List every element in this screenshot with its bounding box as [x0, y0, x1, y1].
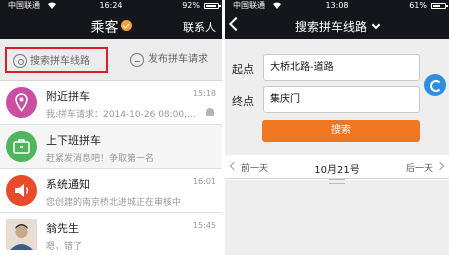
- page-title-text: 搜索拼车线路: [294, 20, 367, 34]
- status-bar: 中国联通 16:24 92%: [0, 0, 222, 12]
- contacts-button[interactable]: 联系人: [183, 19, 216, 35]
- action-toolbar: 搜索拼车线路 发布拼车请求: [0, 39, 222, 81]
- battery-icon: [204, 3, 221, 9]
- battery-percent: 61%: [409, 1, 427, 10]
- publish-icon: [130, 53, 144, 67]
- page-title-text: 乘客: [90, 20, 119, 36]
- list-item[interactable]: 附近拼车 我:拼车请求：2014-10-26 08:00,... 15:18: [0, 81, 222, 125]
- avatar: [6, 219, 37, 250]
- message-list: 附近拼车 我:拼车请求：2014-10-26 08:00,... 15:18 上…: [0, 81, 222, 255]
- briefcase-icon: [6, 131, 37, 162]
- to-label: 终点: [232, 95, 254, 108]
- from-label: 起点: [232, 63, 254, 76]
- list-item[interactable]: 上下班拼车 赶紧发消息吧！争取第一名: [0, 125, 222, 169]
- mute-bell-icon: [206, 108, 214, 116]
- battery-percent: 92%: [182, 1, 200, 10]
- next-day-button[interactable]: 后一天: [406, 161, 433, 174]
- battery-icon: [431, 3, 448, 9]
- nav-bar: 搜索拼车线路: [225, 12, 449, 39]
- list-item-preview: 嗯，错了: [46, 242, 83, 252]
- list-item-title: 附近拼车: [46, 90, 90, 103]
- list-item[interactable]: 系统通知 您创建的南京桥北进城正在审核中 16:01: [0, 169, 222, 213]
- list-item-preview: 我:拼车请求：2014-10-26 08:00,...: [46, 110, 196, 120]
- location-pin-icon: [6, 87, 37, 118]
- chevron-down-icon: [371, 20, 381, 30]
- page-title[interactable]: 搜索拼车线路: [225, 18, 449, 35]
- search-button[interactable]: 搜索: [262, 120, 420, 142]
- drag-handle[interactable]: [329, 179, 345, 184]
- publish-request-button[interactable]: 发布拼车请求: [130, 47, 220, 73]
- right-screen: 中国联通 13:08 61% 搜索拼车线路 起点 大桥北路-道路 终点 集庆门 …: [225, 0, 449, 255]
- to-input[interactable]: 集庆门: [263, 86, 420, 113]
- list-item-time: 15:45: [192, 221, 216, 230]
- search-icon: [13, 54, 27, 68]
- list-item-preview: 赶紧发消息吧！争取第一名: [46, 154, 155, 164]
- search-route-button[interactable]: 搜索拼车线路: [5, 47, 108, 73]
- date-selector: 前一天 10月21号 后一天: [225, 155, 449, 179]
- from-input[interactable]: 大桥北路-道路: [263, 54, 420, 81]
- list-item-time: 15:18: [192, 89, 216, 98]
- swap-route-icon[interactable]: [424, 74, 446, 96]
- results-area: [225, 180, 449, 255]
- status-bar: 中国联通 13:08 61%: [225, 0, 449, 12]
- search-route-label: 搜索拼车线路: [30, 56, 90, 67]
- list-item[interactable]: 翁先生 嗯，错了 15:45: [0, 213, 222, 255]
- nav-bar: 乘客 联系人: [0, 12, 222, 39]
- verified-badge-icon: [120, 20, 132, 31]
- list-item-time: 16:01: [192, 177, 216, 186]
- list-item-title: 系统通知: [46, 178, 90, 191]
- list-item-preview: 您创建的南京桥北进城正在审核中: [46, 198, 182, 208]
- list-item-title: 上下班拼车: [46, 134, 101, 147]
- list-item-title: 翁先生: [46, 222, 79, 235]
- left-screen: 中国联通 16:24 92% 乘客 联系人 搜索拼车线路 发布拼车请求 附近拼车…: [0, 0, 222, 255]
- publish-request-label: 发布拼车请求: [148, 54, 208, 65]
- speaker-icon: [6, 175, 37, 206]
